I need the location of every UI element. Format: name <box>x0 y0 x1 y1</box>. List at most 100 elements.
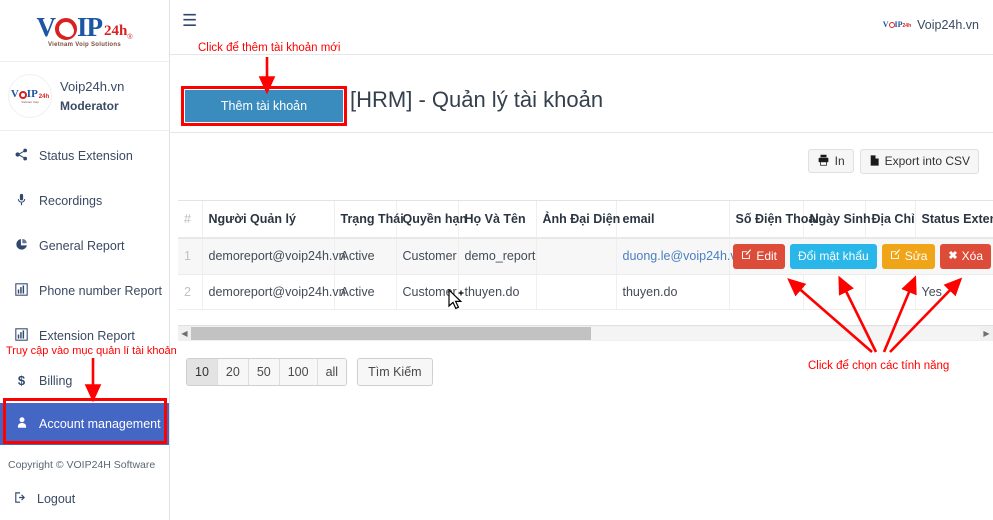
topbar-user[interactable]: V IP 24h Voip24h.vn <box>883 18 979 32</box>
scroll-left-arrow-icon[interactable]: ◀ <box>178 326 191 341</box>
column-header-address[interactable]: Địa Chỉ <box>864 201 915 239</box>
table-row[interactable]: 2 demoreport@voip24h.vn Active Customer … <box>178 274 993 310</box>
search-button[interactable]: Tìm Kiếm <box>357 358 433 386</box>
cell-email[interactable]: duong.le@voip24h.vn <box>615 238 744 275</box>
logo-registered-icon: ® <box>127 33 133 41</box>
delete-label: Xóa <box>961 248 983 263</box>
column-header-role[interactable]: Quyền hạn <box>395 201 467 239</box>
avatar: V IP 24h Vietnam Voip <box>8 74 52 118</box>
bar-chart-icon <box>14 327 29 344</box>
logo-letter-v: V <box>36 11 55 42</box>
cell-birthday <box>802 274 865 310</box>
scrollbar-track[interactable] <box>191 327 980 340</box>
change-password-button[interactable]: Đổi mật khẩu <box>790 244 877 269</box>
cell-status: Active <box>333 274 396 310</box>
add-account-button[interactable]: Thêm tài khoản <box>185 90 343 122</box>
topbar: ☰ V IP 24h Voip24h.vn <box>170 0 993 55</box>
column-header-status-extension[interactable]: Status Extensio <box>914 201 993 239</box>
column-header-index[interactable]: # <box>178 201 202 239</box>
sidebar-item-label: Phone number Report <box>39 283 162 298</box>
table-toolbar: In Export into CSV <box>170 140 993 182</box>
page-size-all[interactable]: all <box>317 359 347 385</box>
pie-chart-icon <box>14 238 29 254</box>
column-header-phone[interactable]: Số Điện Thoại <box>728 201 819 239</box>
logo-24h: 24h <box>103 22 128 39</box>
delete-button[interactable]: ✖ Xóa <box>940 244 991 269</box>
logout-icon <box>14 491 27 507</box>
cell-fullname: thuyen.do <box>457 274 536 310</box>
column-header-fullname[interactable]: Họ Và Tên <box>457 201 536 239</box>
user-icon <box>14 416 29 432</box>
cell-status: Active <box>333 238 396 275</box>
annotation-features: Click để chọn các tính năng <box>808 360 950 372</box>
pencil-square-icon <box>890 249 901 264</box>
sidebar-item-phone-number-report[interactable]: Phone number Report <box>0 268 169 313</box>
sidebar-item-label: Status Extension <box>39 148 133 163</box>
sidebar-user-role: Moderator <box>60 99 119 113</box>
cell-role: Customer <box>395 238 458 275</box>
edit-button[interactable]: Edit <box>733 244 785 269</box>
column-header-avatar[interactable]: Ảnh Đại Diện <box>535 201 620 239</box>
cell-manager: demoreport@voip24h.vn <box>201 238 346 275</box>
cell-avatar <box>535 238 616 275</box>
sidebar: V IP 24h ® Vietnam Voip Solutions V IP 24h… <box>0 0 170 520</box>
page-size-100[interactable]: 100 <box>279 359 318 385</box>
sidebar-item-label: Recordings <box>39 193 103 208</box>
cell-avatar <box>535 274 616 310</box>
table-horizontal-scrollbar[interactable]: ◀ ▶ <box>178 325 993 341</box>
sidebar-item-label: Extension Report <box>39 328 135 343</box>
cell-actions: Edit Đổi mật khẩu Sửa ✖ Xóa <box>728 238 993 275</box>
cell-fullname: demo_report <box>457 238 536 275</box>
column-header-manager[interactable]: Người Quản lý <box>201 201 334 239</box>
page-size-50[interactable]: 50 <box>248 359 280 385</box>
cell-role: Customer <box>395 274 458 310</box>
cell-status-extension: Yes <box>914 274 993 310</box>
sidebar-item-general-report[interactable]: General Report <box>0 223 169 268</box>
cell-index: 1 <box>178 238 202 275</box>
sua-label: Sửa <box>904 248 928 263</box>
table-row[interactable]: 1 demoreport@voip24h.vn Active Customer … <box>178 238 993 275</box>
scrollbar-thumb[interactable] <box>191 327 591 340</box>
export-csv-button[interactable]: Export into CSV <box>859 148 979 174</box>
logo-circle-o <box>54 17 77 40</box>
bar-chart-icon <box>14 282 29 299</box>
sidebar-logout-label: Logout <box>37 492 76 506</box>
column-header-status[interactable]: Trạng Thái <box>333 201 404 239</box>
sidebar-item-label: General Report <box>39 238 125 253</box>
page-header: Thêm tài khoản [HRM] - Quản lý tài khoản <box>170 55 993 133</box>
page-size-10[interactable]: 10 <box>187 359 218 385</box>
brand-logo[interactable]: V IP 24h ® Vietnam Voip Solutions <box>0 0 169 62</box>
sidebar-copyright: Copyright © VOIP24H Software <box>8 459 156 471</box>
sidebar-item-status-extension[interactable]: Status Extension <box>0 133 169 178</box>
sidebar-item-billing[interactable]: $ Billing <box>0 358 169 403</box>
column-header-birthday[interactable]: Ngày Sinh <box>802 201 871 239</box>
sidebar-item-account-management[interactable]: Account management <box>0 403 169 445</box>
sidebar-item-label: Billing <box>39 373 73 388</box>
column-header-email[interactable]: email <box>615 201 729 239</box>
cell-phone <box>728 274 803 310</box>
export-label: Export into CSV <box>884 154 970 168</box>
accounts-table-container: # Người Quản lý Trạng Thái Quyền hạn Họ … <box>178 200 993 310</box>
topbar-user-name: Voip24h.vn <box>917 18 979 32</box>
pencil-square-icon <box>741 249 752 264</box>
close-x-icon: ✖ <box>948 250 958 263</box>
pagination-controls: 10 20 50 100 all Tìm Kiếm <box>186 358 433 386</box>
print-button[interactable]: In <box>807 149 854 173</box>
sidebar-user-name: Voip24h.vn <box>60 79 125 94</box>
scroll-right-arrow-icon[interactable]: ▶ <box>980 326 993 341</box>
logo-tagline: Vietnam Voip Solutions <box>47 41 122 48</box>
sidebar-nav: Status Extension Recordings General Repo… <box>0 131 169 445</box>
sidebar-item-extension-report[interactable]: Extension Report <box>0 313 169 358</box>
cell-address <box>864 274 915 310</box>
sidebar-item-logout[interactable]: Logout <box>0 491 169 507</box>
page-size-group: 10 20 50 100 all <box>186 358 348 386</box>
sua-button[interactable]: Sửa <box>881 244 936 269</box>
sidebar-user-panel: V IP 24h Vietnam Voip Voip24h.vn Moderator <box>0 62 169 131</box>
cell-email: thuyen.do <box>615 274 729 310</box>
file-icon <box>869 154 880 169</box>
page-size-20[interactable]: 20 <box>217 359 249 385</box>
hamburger-menu-icon[interactable]: ☰ <box>182 12 197 29</box>
sidebar-item-recordings[interactable]: Recordings <box>0 178 169 223</box>
cell-index: 2 <box>178 274 202 310</box>
change-password-label: Đổi mật khẩu <box>798 248 869 263</box>
